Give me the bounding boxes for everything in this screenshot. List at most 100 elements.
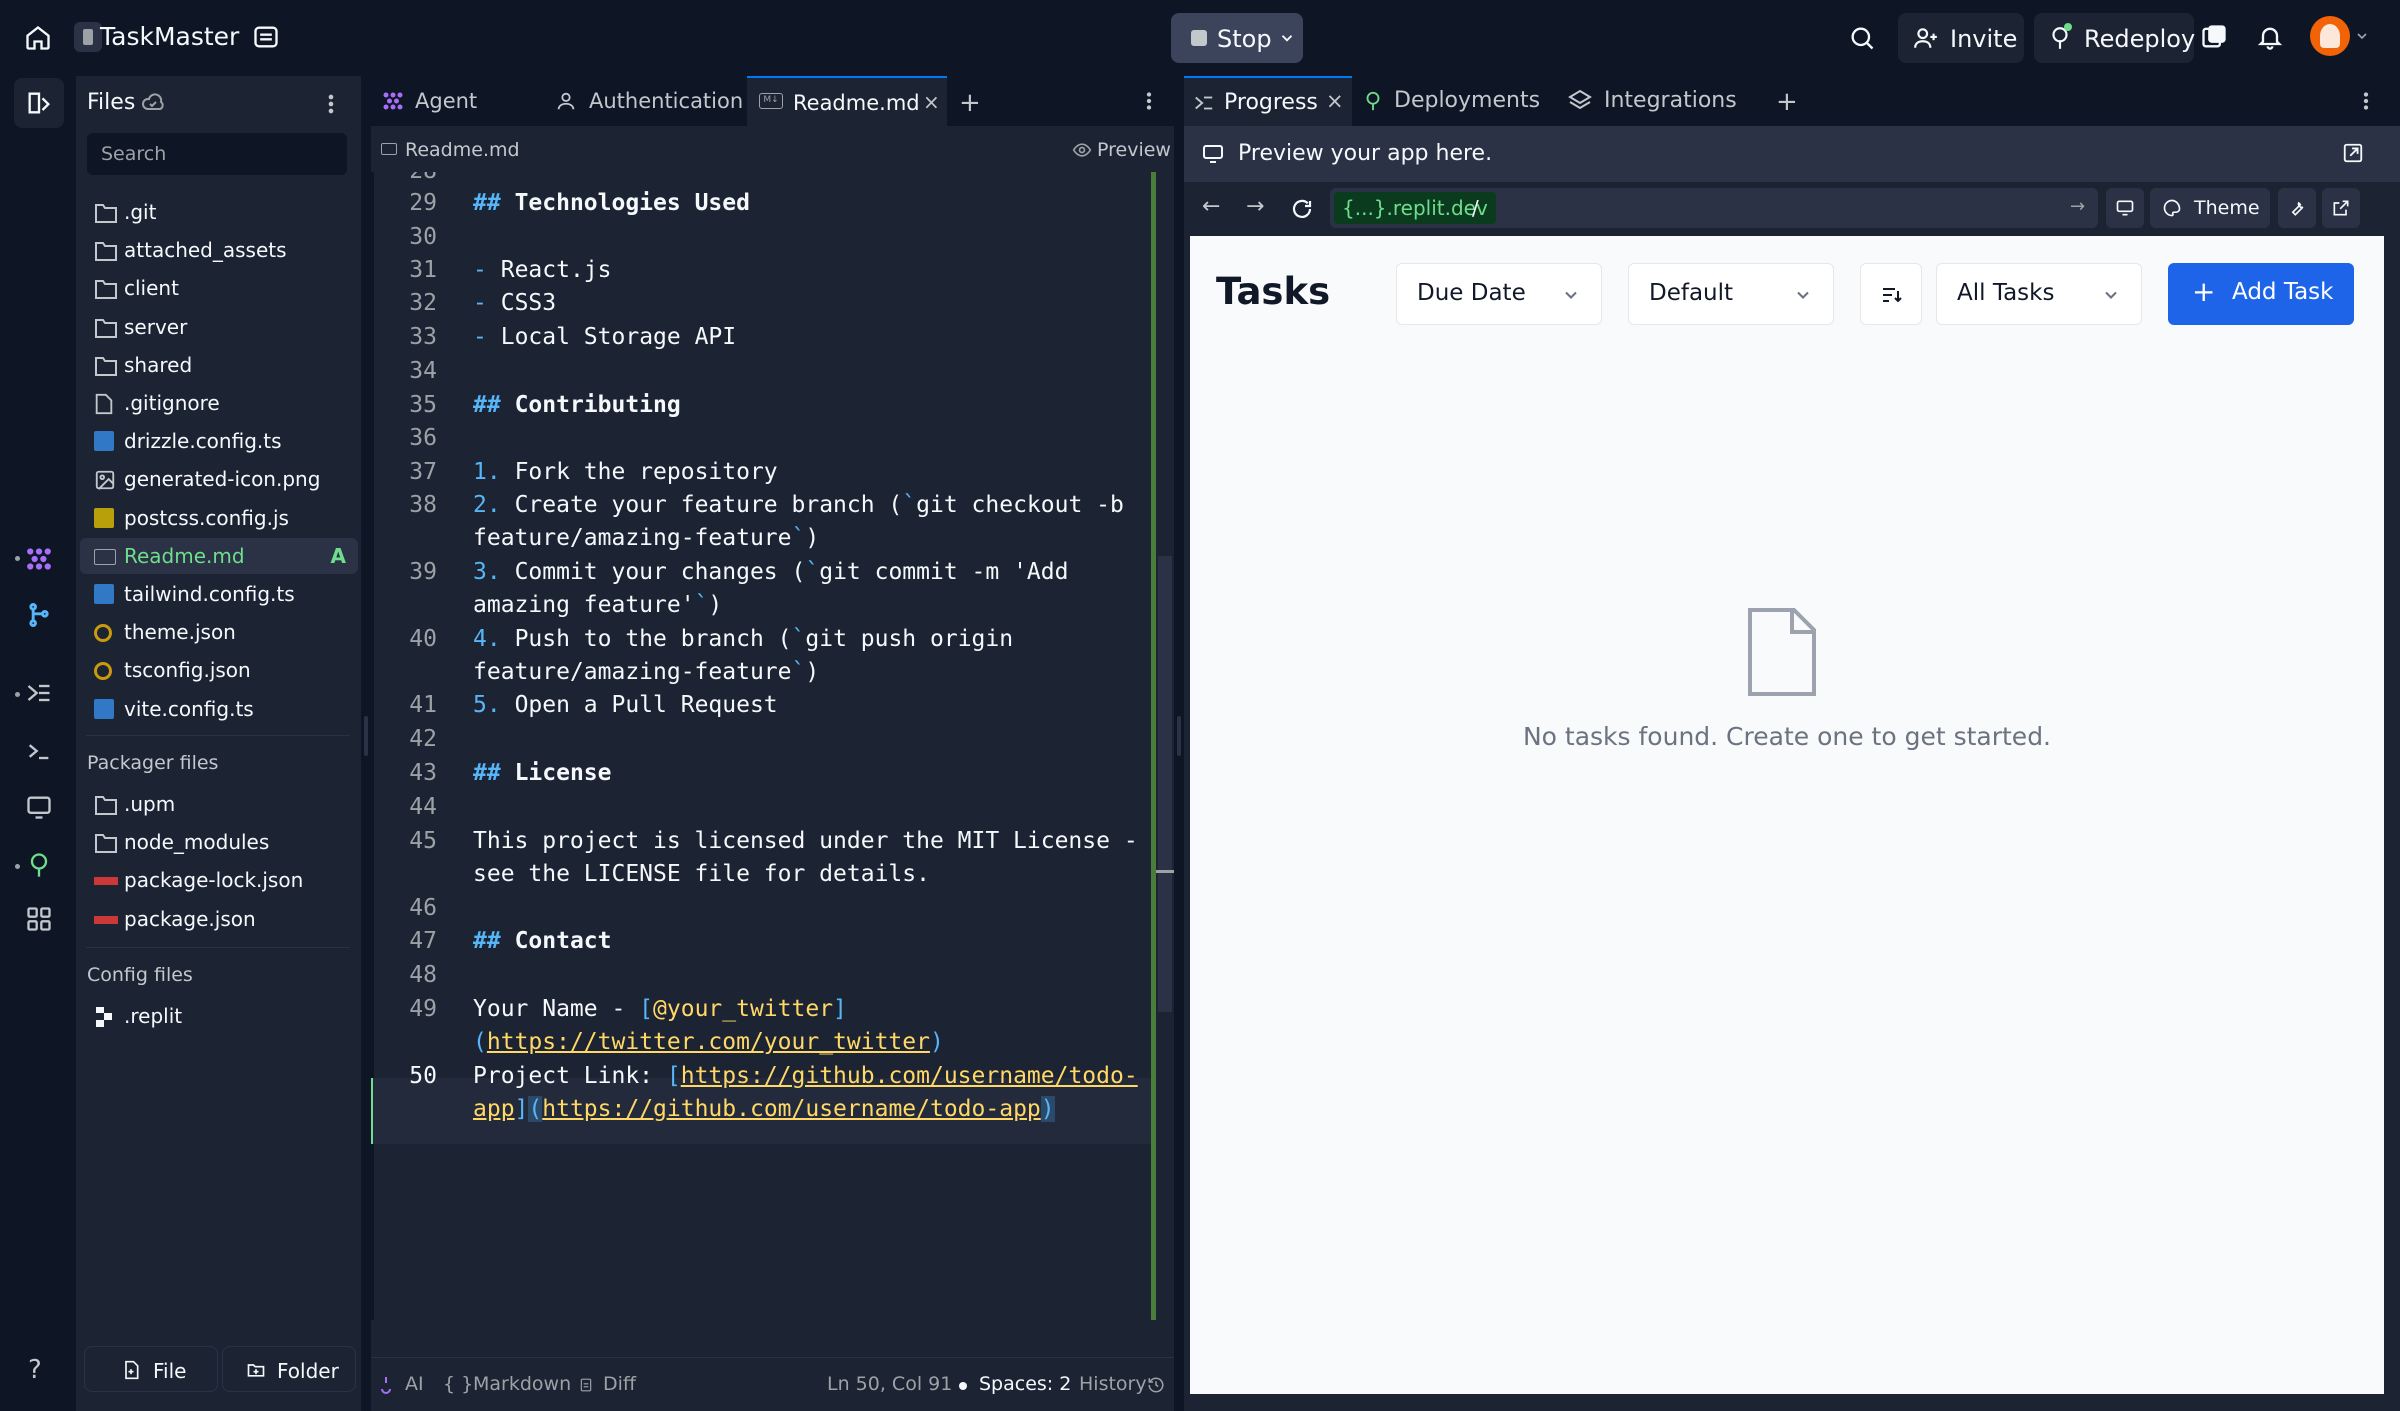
shell-icon[interactable] [14,726,64,776]
new-file-button[interactable]: File [84,1346,218,1392]
open-new-tab-button[interactable] [2322,188,2360,228]
deployments-icon[interactable] [14,840,64,890]
add-task-button[interactable]: + Add Task [2168,263,2354,325]
database-icon[interactable] [252,23,280,51]
close-icon[interactable]: × [923,90,940,114]
file-tree-item[interactable]: .upm [80,786,358,822]
forward-icon[interactable]: → [1246,194,1264,219]
agent-icon[interactable] [14,534,64,584]
tab-integrations[interactable]: Integrations [1554,76,1764,126]
page-title: Tasks [1216,270,1331,313]
new-folder-button[interactable]: Folder [222,1346,356,1392]
all-tools-icon[interactable] [14,894,64,944]
tab-agent[interactable]: Agent [371,76,531,126]
file-tree-item[interactable]: tailwind.config.ts [80,576,358,612]
file-tree-item-label: node_modules [124,830,270,855]
add-tab-icon[interactable]: + [959,88,981,118]
code-editor[interactable]: 28 29 ## Technologies Used 30 31 - React… [371,172,1151,1320]
language-mode[interactable]: Markdown [473,1373,571,1395]
search-icon[interactable] [1848,24,1876,52]
file-tree-item[interactable]: client [80,270,358,306]
file-tree-item[interactable]: .gitignore [80,385,358,421]
tab-deployments[interactable]: Deployments [1352,76,1554,126]
scrollbar-track[interactable] [1156,172,1174,1320]
line-number: 40 [409,626,437,652]
back-icon[interactable]: ← [1202,194,1220,219]
chevron-down-icon [2105,291,2117,299]
file-tree-item-label: shared [124,352,193,377]
file-tree-item[interactable]: tsconfig.json [80,652,358,688]
home-icon[interactable] [24,24,52,52]
markdown-icon: M↓ [759,93,783,109]
chevron-down-icon[interactable] [2354,28,2370,44]
url-bar[interactable]: {...}.replit.dev / → [1330,188,2098,228]
indentation-setting[interactable]: Spaces: 2 [979,1373,1071,1395]
chevron-down-icon [1565,291,1577,299]
code-line-wrap: (https://twitter.com/your_twitter) [473,1029,944,1055]
file-tree-item[interactable]: drizzle.config.ts [80,423,358,459]
file-tree-item[interactable]: package-lock.json [80,862,358,898]
deploy-status-dot [2064,23,2072,31]
file-tree-item[interactable]: vite.config.ts [80,691,358,727]
tab-deployments-label: Deployments [1394,88,1541,113]
file-tree-item[interactable]: server [80,309,358,345]
git-icon[interactable] [14,590,64,640]
invite-button[interactable]: Invite [1898,13,2024,63]
devtools-button[interactable] [2278,188,2316,228]
tab-authentication[interactable]: Authentication [531,76,747,126]
file-tree-item[interactable]: Readme.md A [80,537,358,574]
palette-icon [2163,199,2181,217]
run-options-button[interactable] [1274,13,1302,63]
redeploy-button[interactable]: Redeploy [2034,13,2195,63]
sort-direction-button[interactable] [1860,263,1922,325]
console-icon[interactable] [14,668,64,718]
file-tree-item[interactable]: shared [80,347,358,383]
file-tree-item[interactable]: generated-icon.png [80,461,358,497]
help-icon[interactable]: ? [28,1355,42,1385]
resize-handle[interactable] [364,716,368,756]
explorer-icon[interactable] [14,78,64,128]
filter-select[interactable]: All Tasks [1936,263,2142,325]
file-tree-item[interactable]: attached_assets [80,232,358,268]
order-select[interactable]: Default [1628,263,1834,325]
app-name[interactable]: TaskMaster [100,22,239,51]
webview-icon[interactable] [14,782,64,832]
file-tree-item[interactable]: node_modules [80,824,358,860]
user-icon [557,92,575,110]
add-tab-icon[interactable]: + [1776,87,1798,117]
json-file-icon [94,622,112,643]
go-icon[interactable]: → [2070,196,2085,217]
file-tree-item[interactable]: postcss.config.js [80,500,358,536]
theme-button[interactable]: Theme [2150,188,2270,228]
sort-select[interactable]: Due Date [1396,263,1602,325]
chevron-down-icon [1281,35,1293,42]
section-title-packager: Packager files [87,752,219,774]
line-number: 45 [409,828,437,854]
file-tree-item[interactable]: theme.json [80,614,358,650]
history-button[interactable]: History [1079,1373,1147,1395]
folder-icon [94,278,118,300]
tab-readme[interactable]: M↓ Readme.md × [747,76,947,126]
cursor-position[interactable]: Ln 50, Col 91 [827,1373,952,1395]
avatar[interactable] [2310,16,2350,56]
ai-status[interactable]: AI [405,1373,424,1395]
split-view-icon[interactable] [2200,23,2228,51]
bell-icon[interactable] [2256,23,2284,51]
tab-readme-label: Readme.md [793,91,920,115]
file-tree-item[interactable]: .replit [80,998,358,1034]
tab-progress[interactable]: Progress × [1184,76,1352,126]
more-options-icon[interactable] [2360,88,2372,114]
line-number: 46 [409,895,437,921]
scrollbar-thumb[interactable] [1158,556,1172,1012]
file-tree-item[interactable]: package.json [80,901,358,937]
device-toggle-button[interactable] [2106,188,2144,228]
search-input[interactable]: Search [87,133,347,175]
diff-toggle[interactable]: Diff [603,1373,636,1395]
breadcrumb[interactable]: Readme.md [405,139,520,161]
more-options-icon[interactable] [323,90,339,118]
resize-handle[interactable] [1177,716,1181,756]
more-options-icon[interactable] [1143,88,1155,114]
preview-button[interactable]: Preview [1097,139,1171,161]
close-icon[interactable]: × [1326,89,1344,113]
file-tree-item[interactable]: .git [80,194,358,230]
